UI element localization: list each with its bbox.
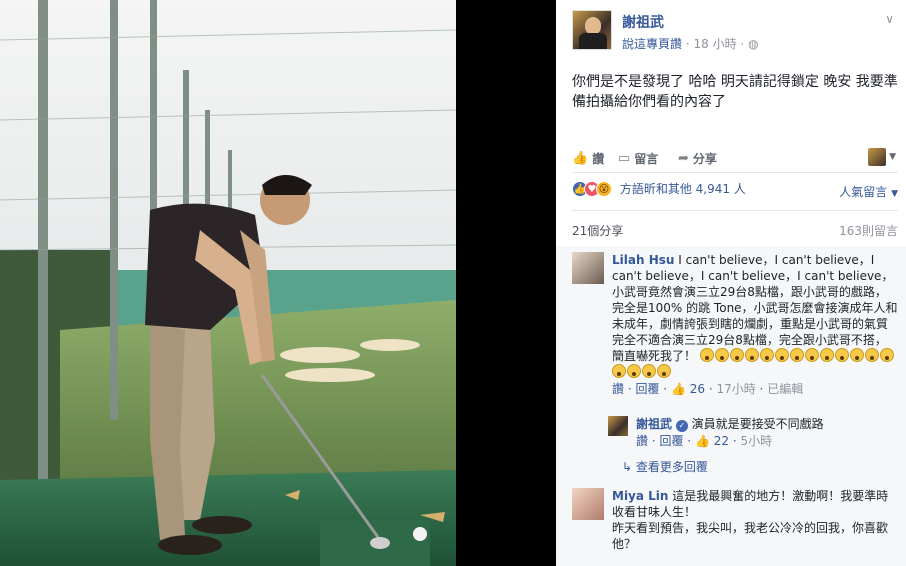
comment-icon: ▭	[618, 151, 631, 166]
comment-edited[interactable]: 已編輯	[767, 382, 803, 396]
comment-like-link[interactable]: 讚	[612, 382, 624, 396]
meta-separator: ·	[685, 37, 690, 51]
top-comments-label: 人氣留言	[839, 185, 888, 199]
shocked-emoji-icon	[714, 348, 729, 362]
like-label: 讚	[592, 152, 605, 166]
post-text: 你們是不是發現了 哈哈 明天請記得鎖定 晚安 我要準備拍攝給你們看的內容了	[572, 74, 898, 110]
post-counts: 21個分享 163則留言	[572, 222, 898, 239]
comment-count[interactable]: 163則留言	[839, 222, 898, 239]
divider	[572, 210, 898, 211]
reply-text: 演員就是要接受不同戲路	[691, 417, 824, 431]
page-name-link[interactable]: 謝祖武	[622, 12, 664, 32]
like-button[interactable]: 👍 讚	[572, 150, 604, 167]
shocked-emoji-icon	[834, 348, 849, 362]
comments-section: Lilah Hsu I can't believe，I can't believ…	[556, 246, 906, 566]
comment-body: Lilah Hsu I can't believe，I can't believ…	[612, 252, 898, 397]
thumbs-up-icon: 👍	[694, 434, 710, 448]
comment-text-line-2: 昨天看到預告，我尖叫，我老公冷冷的回我，你喜歡他？	[612, 521, 889, 551]
reaction-names-link[interactable]: 方語昕和其他 4,941 人	[620, 182, 746, 196]
globe-icon: ◍	[748, 37, 759, 51]
shocked-emoji-icon	[642, 364, 656, 378]
commenter-avatar[interactable]	[572, 488, 604, 520]
shocked-emoji-icon	[879, 348, 894, 362]
chevron-down-icon[interactable]: ∨	[885, 12, 894, 26]
share-icon: ➦	[678, 151, 689, 166]
thumbs-up-icon: 👍	[670, 382, 686, 396]
comment-button[interactable]: ▭ 留言	[618, 150, 658, 167]
divider	[572, 172, 898, 173]
shocked-emoji-icon	[819, 348, 834, 362]
reply-like-link[interactable]: 讚	[636, 434, 648, 448]
commenter-name[interactable]: Lilah Hsu	[612, 253, 674, 267]
shocked-emoji-icon	[744, 348, 759, 362]
post-header: 謝祖武 說這專頁讚 · 18 小時 · ◍ ∨	[556, 0, 906, 58]
post-meta: 說這專頁讚 · 18 小時 · ◍	[622, 35, 759, 52]
shocked-emoji-icon	[699, 348, 714, 362]
reactions-bar: 👍♥ 😮 方語昕和其他 4,941 人 人氣留言 ▼	[572, 180, 898, 202]
post-panel: 謝祖武 說這專頁讚 · 18 小時 · ◍ ∨ 你們是不是發現了 哈哈 明天請記…	[556, 0, 906, 566]
top-comments-dropdown[interactable]: 人氣留言 ▼	[839, 183, 898, 200]
shocked-emoji-icon	[657, 364, 671, 378]
share-button[interactable]: ➦ 分享	[678, 150, 717, 167]
shocked-emoji-icon	[864, 348, 879, 362]
comment-reply-link[interactable]: 回覆	[635, 382, 659, 396]
golf-photo-image	[0, 0, 456, 566]
comment-like-count[interactable]: 26	[690, 382, 705, 396]
photo-viewer: 謝祖武 說這專頁讚 · 18 小時 · ◍ ∨ 你們是不是發現了 哈哈 明天請記…	[0, 0, 906, 566]
shocked-emoji-icon	[759, 348, 774, 362]
caret-down-icon: ▼	[891, 189, 898, 199]
shocked-emoji-icon	[804, 348, 819, 362]
share-count-link[interactable]: 21個分享	[572, 224, 623, 238]
shocked-emoji-icon	[774, 348, 789, 362]
wow-reaction-icon: 😮	[596, 180, 612, 197]
meta-link[interactable]: 說這專頁讚	[622, 37, 682, 51]
meta-separator-2: ·	[740, 37, 745, 51]
reply-actions: 讚 · 回覆 · 👍 22 · 5小時	[636, 434, 773, 448]
shocked-emoji-icon	[729, 348, 744, 362]
comment-text: I can't believe，I can't believe，I can't …	[612, 253, 898, 363]
thumbs-up-icon: 👍	[572, 151, 589, 166]
reply-reply-link[interactable]: 回覆	[659, 434, 683, 448]
caret-down-icon: ▼	[889, 152, 896, 162]
photo-letterbox	[456, 0, 556, 566]
post-time[interactable]: 18 小時	[694, 37, 737, 51]
commenter-avatar[interactable]	[572, 252, 604, 284]
commenter-name[interactable]: Miya Lin	[612, 489, 668, 503]
comment-label: 留言	[634, 152, 659, 166]
shocked-emoji-icon	[789, 348, 804, 362]
more-replies-label: 查看更多回覆	[635, 460, 708, 474]
reply-time[interactable]: 5小時	[740, 434, 772, 448]
comment-actions: 讚 · 回覆 · 👍 26 · 17小時 · 已編輯	[612, 382, 804, 396]
shocked-emoji-icon	[612, 364, 626, 378]
verified-badge-icon: ✓	[675, 420, 688, 432]
more-replies-link[interactable]: ↳ 查看更多回覆	[622, 458, 708, 475]
reply-author[interactable]: 謝祖武	[636, 417, 672, 431]
post-as-avatar	[868, 148, 887, 166]
reply-like-count[interactable]: 22	[714, 434, 729, 448]
post-photo[interactable]	[0, 0, 456, 566]
reply-body: 謝祖武 ✓ 演員就是要接受不同戲路 讚 · 回覆 · 👍 22 · 5小時	[636, 416, 886, 449]
reply-avatar[interactable]	[608, 416, 628, 436]
comment-time[interactable]: 17小時	[716, 382, 755, 396]
share-label: 分享	[692, 152, 717, 166]
reply-arrow-icon: ↳	[622, 460, 633, 474]
page-avatar[interactable]	[572, 10, 612, 50]
comment-body: Miya Lin 這是我最興奮的地方！激動啊！我要準時收看甘味人生！ 昨天看到預…	[612, 488, 898, 552]
shocked-emoji-icon	[627, 364, 641, 378]
shocked-emoji-icon	[849, 348, 864, 362]
post-as-selector[interactable]: ▼	[868, 148, 896, 166]
post-actions: 👍 讚 ▭ 留言 ➦ 分享 ▼	[556, 148, 906, 170]
